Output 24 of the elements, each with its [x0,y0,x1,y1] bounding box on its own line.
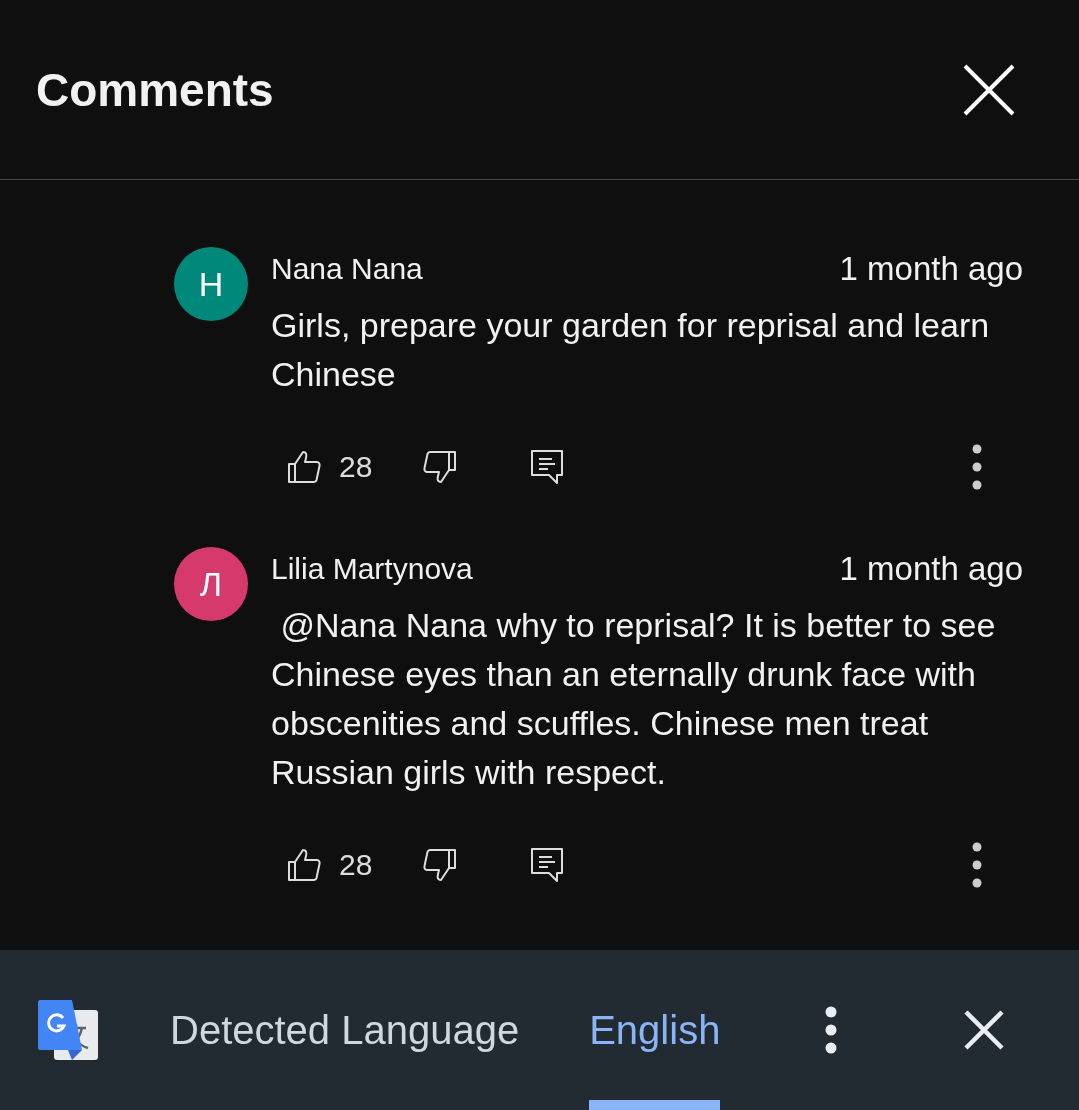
comment-time: 1 month ago [839,550,1023,588]
close-icon[interactable] [964,1010,1005,1050]
avatar[interactable]: Л [174,547,248,621]
translate-icon[interactable] [36,998,100,1062]
thumbs-down-icon[interactable] [422,847,459,883]
more-icon[interactable] [824,1006,839,1054]
reply-icon[interactable] [530,449,565,485]
comment-text: Girls, prepare your garden for reprisal and learn Chinese [271,305,991,395]
panel-title: Comments [36,62,274,117]
language-tab[interactable]: English [589,950,721,1110]
comment-text: @Nana Nana why to reprisal? It is better to see Chinese eyes than an eternally drunk face with obscenities and scuffles. Chinese men treat Russian girls with respect. [271,605,997,793]
author-name: Nana Nana [271,252,423,286]
like-count: 28 [339,848,373,882]
like-count: 28 [339,450,373,484]
comment-time: 1 month ago [839,250,1023,288]
language-tab[interactable]: Detected Language [170,950,520,1110]
thumbs-up-icon[interactable] [286,449,322,485]
reply-icon[interactable] [530,847,565,883]
thumbs-up-icon[interactable] [286,847,322,883]
avatar[interactable]: H [174,247,248,321]
more-icon[interactable] [971,842,983,888]
thumbs-down-icon[interactable] [422,449,459,485]
more-icon[interactable] [971,444,983,490]
author-name: Lilia Martynova [271,552,473,586]
